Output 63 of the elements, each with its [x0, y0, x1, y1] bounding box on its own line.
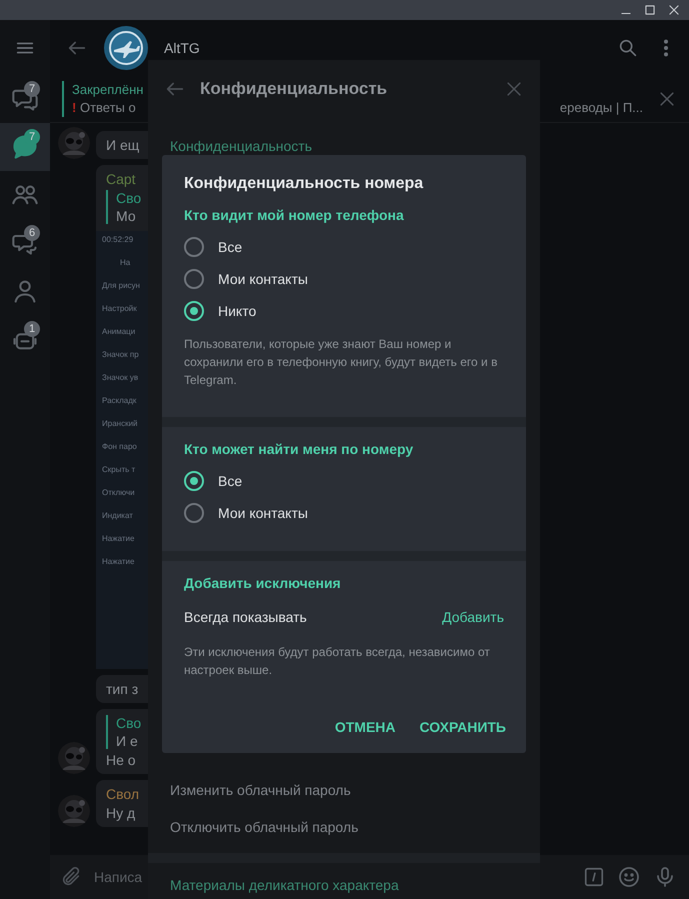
screenshot-text: Значок пр [102, 350, 139, 359]
section-header: Кто может найти меня по номеру [183, 441, 414, 459]
screenshot-text: Раскладк [102, 396, 136, 405]
radio-option[interactable]: Мои контакты [162, 263, 526, 295]
hint-text: Пользователи, которые уже знают Ваш номер и сохранили его в телефонную книгу, будут видеть его и в Telegram. [183, 336, 498, 389]
reply-text: Мо [116, 208, 136, 224]
radio-option[interactable]: Все [162, 465, 526, 497]
screenshot-text: Отключи [102, 488, 135, 497]
dialog-title: Конфиденциальность номера [183, 174, 424, 194]
message-text: тип з [106, 681, 138, 697]
pinned-text: ереводы | П... [560, 100, 643, 115]
sender-name: Capt [106, 171, 136, 187]
folder-tab[interactable]: 1 [0, 315, 50, 363]
settings-item[interactable]: Изменить облачный пароль [148, 771, 540, 808]
section-header: Материалы деликатного характера [169, 876, 400, 895]
screenshot-text: Нажатие [102, 534, 134, 543]
pinned-text: ! Ответы о [72, 100, 136, 115]
screenshot-text: Анимаци [102, 327, 136, 336]
unread-badge: 1 [24, 321, 40, 337]
unread-badge: 6 [24, 225, 40, 241]
radio-option[interactable]: Все [162, 231, 526, 263]
dialog-button[interactable]: СОХРАНИТЬ [412, 713, 514, 741]
message-field[interactable]: Написа [94, 869, 144, 885]
channel-avatar[interactable] [104, 26, 148, 70]
folder-tab[interactable]: 6 [0, 219, 50, 267]
reply-text: И е [116, 733, 138, 749]
attach-icon[interactable] [60, 866, 82, 888]
unread-badge: 7 [24, 129, 40, 145]
dialog-button[interactable]: ОТМЕНА [326, 713, 404, 741]
message-text: И ещ [106, 137, 140, 153]
chat-title: AltTG [164, 40, 201, 56]
sender-name: Свол [106, 786, 140, 802]
emoji-icon[interactable] [617, 865, 641, 889]
section-header: Добавить исключения [183, 575, 342, 593]
exception-label: Всегда показывать [184, 609, 307, 625]
screenshot-text: Фон паро [102, 442, 137, 451]
screenshot-text: Настройк [102, 304, 137, 313]
panel-title: Конфиденциальность [200, 79, 388, 99]
section-header: Кто видит мой номер телефона [183, 207, 405, 225]
screenshot-text: Нажатие [102, 557, 134, 566]
radio-option[interactable]: Мои контакты [162, 497, 526, 529]
message-text: Ну д [106, 805, 136, 821]
screenshot-text: Значок ув [102, 373, 138, 382]
reply-author: Сво [116, 715, 142, 731]
hint-text: Эти исключения будут работать всегда, независимо от настроек выше. [183, 644, 491, 679]
screenshot-title: На [119, 258, 130, 267]
screenshot-text: Индикат [102, 511, 133, 520]
radio-option[interactable]: Никто [162, 295, 526, 327]
add-link[interactable]: Добавить [442, 609, 504, 625]
screenshot-time: 00:52:29 [102, 235, 134, 244]
screenshot-text: Для рисун [102, 281, 140, 290]
message-text: Не о [106, 752, 136, 768]
reply-author: Сво [116, 190, 142, 206]
close-icon[interactable] [667, 3, 681, 17]
unread-badge: 7 [24, 81, 40, 97]
command-icon[interactable] [583, 866, 605, 888]
section-header: Конфиденциальность [169, 137, 314, 154]
screenshot-text: Иранский [102, 419, 138, 428]
pinned-label: Закреплённ [72, 82, 144, 97]
maximize-icon[interactable] [643, 3, 657, 17]
folder-tab[interactable]: 7 [0, 75, 50, 123]
settings-item[interactable]: Отключить облачный пароль [148, 808, 540, 845]
screenshot-text: Скрыть т [102, 465, 136, 474]
